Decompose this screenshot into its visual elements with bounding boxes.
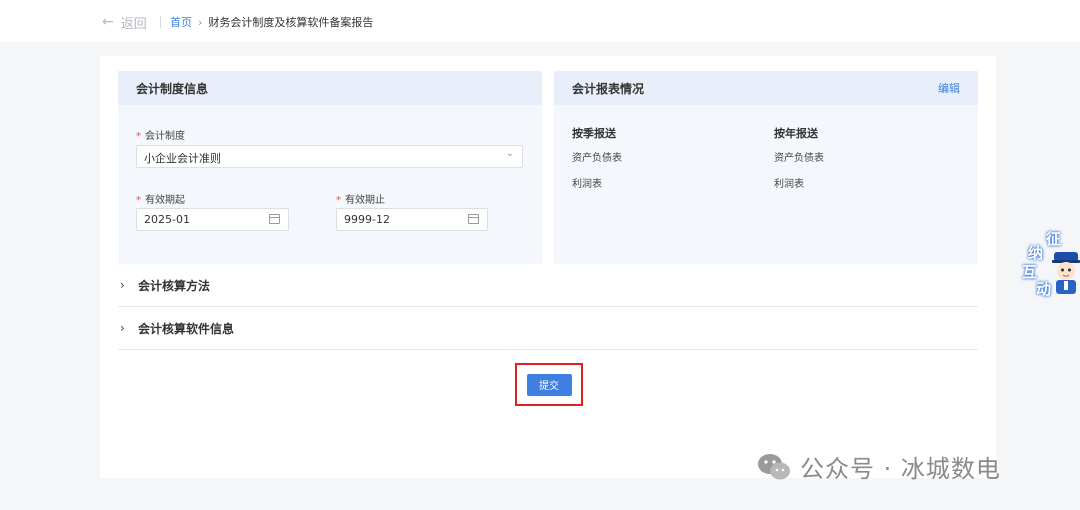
- section-title: 会计核算软件信息: [138, 321, 235, 336]
- watermark: 公众号 · 冰城数电: [756, 449, 1001, 484]
- system-field-label: * 会计制度: [136, 131, 185, 142]
- tax-interaction-widget[interactable]: 征 纳 互 动: [1018, 228, 1080, 300]
- section-title: 会计核算方法: [138, 278, 211, 293]
- calendar-icon: [269, 214, 280, 224]
- required-mark: *: [136, 131, 141, 142]
- breadcrumb-home-link[interactable]: 首页: [170, 14, 192, 30]
- breadcrumb-separator: ›: [198, 15, 203, 29]
- mascot-char: 动: [1036, 280, 1052, 298]
- required-mark: *: [336, 195, 341, 206]
- accounting-system-select[interactable]: 小企业会计准则 ⌄: [136, 145, 523, 168]
- section-accounting-methods[interactable]: › 会计核算方法: [118, 264, 978, 307]
- main-card: 会计制度信息 * 会计制度 小企业会计准则 ⌄ * 有效期起 2025-01 * 有效…: [100, 56, 996, 478]
- start-date-value: 2025-01: [144, 213, 190, 226]
- calendar-icon: [468, 214, 479, 224]
- panel-header: 会计报表情况 编辑: [554, 71, 978, 105]
- chevron-down-icon: ⌄: [505, 148, 514, 159]
- reports-panel: 会计报表情况 编辑 按季报送 资产负债表 利润表 按年报送 资产负债表 利润表: [554, 71, 978, 264]
- edit-link[interactable]: 编辑: [938, 80, 960, 96]
- quarterly-heading: 按季报送: [572, 127, 616, 140]
- quarterly-report-item: 利润表: [572, 179, 602, 190]
- top-bar: ← 返回 首页 › 财务会计制度及核算软件备案报告: [0, 0, 1080, 42]
- yearly-report-item: 利润表: [774, 179, 804, 190]
- submit-highlight-box: 提交: [515, 363, 583, 406]
- back-arrow-icon: ←: [102, 14, 114, 30]
- yearly-heading: 按年报送: [774, 127, 818, 140]
- accounting-system-panel: 会计制度信息 * 会计制度 小企业会计准则 ⌄ * 有效期起 2025-01 * 有效…: [118, 71, 542, 264]
- required-mark: *: [136, 195, 141, 206]
- end-date-picker[interactable]: 9999-12: [336, 208, 488, 231]
- chevron-right-icon: ›: [120, 321, 125, 335]
- mascot-char: 互: [1022, 263, 1038, 281]
- chevron-right-icon: ›: [120, 278, 125, 292]
- section-accounting-software[interactable]: › 会计核算软件信息: [118, 307, 978, 350]
- back-label: 返回: [120, 16, 147, 32]
- submit-button[interactable]: 提交: [526, 373, 572, 396]
- mascot-avatar-icon: [1052, 252, 1080, 294]
- breadcrumb: 首页 › 财务会计制度及核算软件备案报告: [170, 14, 373, 30]
- start-date-picker[interactable]: 2025-01: [136, 208, 289, 231]
- panel-header: 会计制度信息: [118, 71, 542, 105]
- mascot-char: 征: [1046, 230, 1062, 248]
- end-date-label: * 有效期止: [336, 195, 385, 206]
- panel-title: 会计制度信息: [136, 81, 209, 96]
- start-date-label: * 有效期起: [136, 195, 185, 206]
- back-button[interactable]: ← 返回: [102, 13, 147, 32]
- mascot-char: 纳: [1028, 244, 1044, 262]
- divider: [160, 16, 161, 28]
- watermark-text: 公众号 · 冰城数电: [800, 455, 1001, 483]
- panel-title: 会计报表情况: [572, 81, 645, 96]
- select-value: 小企业会计准则: [144, 152, 221, 165]
- breadcrumb-current: 财务会计制度及核算软件备案报告: [208, 16, 374, 29]
- quarterly-report-item: 资产负债表: [572, 153, 622, 164]
- end-date-value: 9999-12: [344, 213, 390, 226]
- wechat-icon: [758, 453, 790, 479]
- yearly-report-item: 资产负债表: [774, 153, 824, 164]
